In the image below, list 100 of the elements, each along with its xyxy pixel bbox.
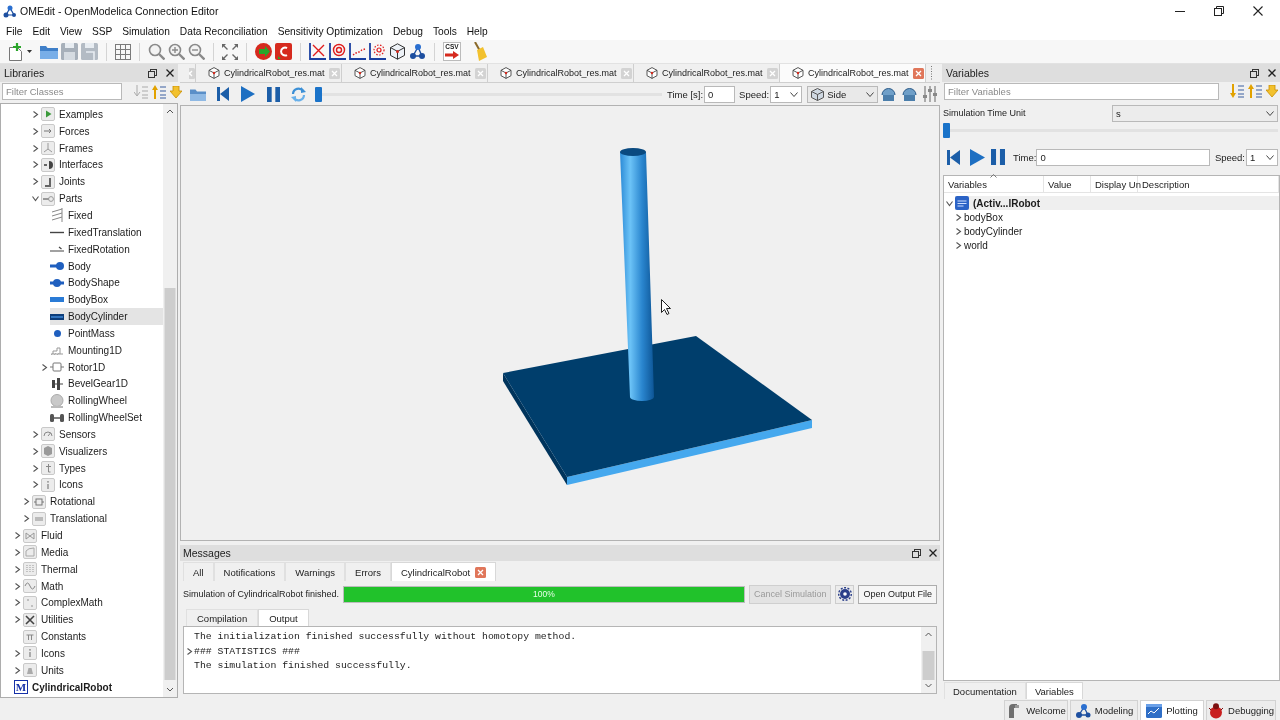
tree-item[interactable]: CylindricalRobot bbox=[32, 678, 163, 696]
tree-item[interactable]: world bbox=[964, 238, 1279, 252]
message-tab[interactable]: Errors bbox=[345, 562, 391, 581]
chevron-down-icon[interactable] bbox=[32, 195, 39, 203]
chevron-right-icon[interactable] bbox=[14, 582, 21, 590]
sliders-icon[interactable] bbox=[923, 86, 938, 102]
search-icon[interactable] bbox=[148, 43, 165, 60]
perspective-tab[interactable]: Debugging bbox=[1206, 700, 1276, 720]
tree-item[interactable]: bodyBox bbox=[964, 210, 1279, 224]
menu-item[interactable]: SSP bbox=[86, 25, 118, 37]
message-tab[interactable]: All bbox=[183, 562, 214, 581]
tree-item[interactable]: BodyShape bbox=[50, 274, 163, 292]
tree-item[interactable]: Examples bbox=[41, 106, 163, 123]
menu-item[interactable]: Tools bbox=[428, 25, 462, 37]
tree-item[interactable]: FixedTranslation bbox=[50, 223, 163, 241]
perspective-tab[interactable]: Plotting bbox=[1140, 700, 1204, 720]
column-header[interactable]: Variables bbox=[944, 176, 1044, 192]
speed-dropdown[interactable]: 1 bbox=[1246, 148, 1278, 166]
chevron-right-icon[interactable] bbox=[14, 565, 21, 573]
perspective-tab[interactable]: Modeling bbox=[1070, 700, 1138, 720]
simulate-icon[interactable] bbox=[255, 43, 272, 60]
open-output-file-button[interactable]: Open Output File bbox=[858, 584, 937, 604]
tree-item[interactable]: Sensors bbox=[41, 426, 163, 443]
menu-item[interactable]: Help bbox=[461, 25, 493, 37]
tree-item[interactable]: PointMass bbox=[50, 324, 163, 342]
pause-icon[interactable] bbox=[267, 86, 280, 102]
restore-icon[interactable] bbox=[1213, 6, 1224, 16]
menu-item[interactable]: View bbox=[55, 25, 87, 37]
filter-field[interactable]: Filter Variables bbox=[944, 82, 1219, 100]
speed-dropdown[interactable]: 1 bbox=[770, 85, 803, 103]
tree-item[interactable]: Units bbox=[23, 661, 163, 679]
float-window-icon[interactable] bbox=[1250, 68, 1259, 78]
message-tab[interactable]: Notifications bbox=[213, 562, 286, 581]
tree-item[interactable]: Joints bbox=[41, 173, 163, 191]
chevron-right-icon[interactable] bbox=[32, 464, 39, 472]
message-tab[interactable]: Warnings bbox=[285, 562, 346, 581]
caret-down-icon[interactable] bbox=[790, 91, 799, 97]
slider-handle[interactable] bbox=[943, 123, 950, 138]
document-tab[interactable]: CylindricalRobot_res.mat bbox=[780, 64, 926, 82]
output-tab[interactable]: Compilation bbox=[186, 609, 259, 626]
tree-item[interactable]: FixedRotation bbox=[50, 240, 163, 258]
time-field[interactable]: 0 bbox=[1036, 148, 1210, 166]
cube-icon[interactable] bbox=[389, 43, 406, 60]
view-dropdown[interactable]: Side bbox=[807, 85, 879, 103]
chevron-right-icon[interactable] bbox=[32, 481, 39, 489]
caret-down-icon[interactable] bbox=[27, 50, 32, 53]
chevron-right-icon[interactable] bbox=[955, 241, 962, 249]
tree-item[interactable]: Translational bbox=[32, 510, 163, 528]
close-icon[interactable] bbox=[929, 549, 937, 557]
tree-item[interactable]: Media bbox=[23, 543, 163, 561]
tree-item[interactable]: Types bbox=[41, 459, 163, 477]
menu-item[interactable]: File bbox=[1, 25, 28, 37]
parametric-plot-icon[interactable] bbox=[329, 43, 346, 60]
menu-item[interactable]: Debug bbox=[387, 25, 428, 37]
chevron-right-icon[interactable] bbox=[14, 666, 21, 674]
tree-item[interactable]: Icons bbox=[41, 476, 163, 494]
tree-item[interactable]: Thermal bbox=[23, 560, 163, 578]
tree-item[interactable]: Parts bbox=[41, 190, 163, 208]
array-parametric-plot-icon[interactable] bbox=[369, 43, 386, 60]
caret-down-icon[interactable] bbox=[1266, 154, 1274, 160]
tree-item[interactable]: Frames bbox=[41, 139, 163, 157]
tree-item[interactable]: RollingWheelSet bbox=[50, 409, 163, 427]
tree-item[interactable]: BodyCylinder bbox=[50, 308, 163, 325]
chevron-right-icon[interactable] bbox=[23, 515, 30, 523]
dome-icon[interactable] bbox=[902, 87, 918, 101]
panel-tab[interactable]: Variables bbox=[1025, 682, 1083, 699]
time-slider[interactable] bbox=[315, 86, 662, 102]
menu-item[interactable]: Edit bbox=[27, 25, 55, 37]
menu-item[interactable]: Simulation bbox=[117, 25, 175, 37]
tree-item[interactable]: Fixed bbox=[50, 207, 163, 224]
chevron-right-icon[interactable] bbox=[32, 127, 39, 135]
play-icon[interactable] bbox=[970, 148, 985, 166]
open-folder-icon[interactable] bbox=[190, 87, 206, 101]
time-field[interactable]: 0 bbox=[704, 85, 736, 103]
tree-item[interactable]: Visualizers bbox=[41, 442, 163, 460]
pause-icon[interactable] bbox=[991, 149, 1005, 165]
chevron-right-icon[interactable] bbox=[955, 213, 962, 221]
close-icon[interactable] bbox=[1268, 69, 1276, 77]
float-window-icon[interactable] bbox=[912, 548, 921, 558]
tree-item[interactable]: Body bbox=[50, 257, 163, 275]
panel-tab[interactable]: Documentation bbox=[944, 682, 1026, 699]
chevron-right-icon[interactable] bbox=[32, 178, 39, 186]
play-icon[interactable] bbox=[241, 86, 255, 102]
gear-icon[interactable] bbox=[837, 587, 852, 601]
message-tab[interactable]: CylindricalRobot bbox=[390, 562, 497, 581]
zoom-in-icon[interactable] bbox=[168, 43, 185, 60]
chevron-right-icon[interactable] bbox=[32, 447, 39, 455]
chevron-right-icon[interactable] bbox=[14, 649, 21, 657]
open-folder-icon[interactable] bbox=[40, 44, 58, 59]
chevron-right-icon[interactable] bbox=[14, 616, 21, 624]
chevron-right-icon[interactable] bbox=[955, 227, 962, 235]
tree-item[interactable]: bodyCylinder bbox=[964, 224, 1279, 238]
tree-item[interactable]: Constants bbox=[23, 628, 163, 645]
tree-item[interactable]: Interfaces bbox=[41, 156, 163, 174]
network-icon[interactable] bbox=[409, 43, 426, 60]
chevron-right-icon[interactable] bbox=[14, 548, 21, 556]
time-unit-dropdown[interactable]: s bbox=[1112, 104, 1278, 122]
chevron-down-icon[interactable] bbox=[946, 199, 953, 207]
scrollbar[interactable] bbox=[921, 627, 936, 693]
perspective-tab[interactable]: Welcome bbox=[1004, 700, 1068, 720]
